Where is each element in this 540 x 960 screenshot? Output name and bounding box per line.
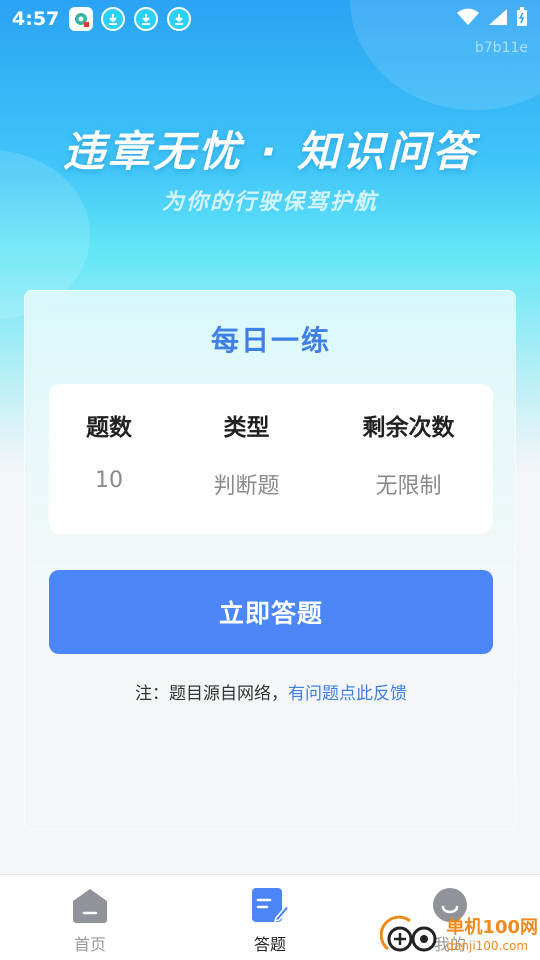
watermark-logo-icon (380, 915, 437, 952)
feedback-link[interactable]: 有问题点此反馈 (288, 684, 407, 704)
quiz-info-box: 题数 10 类型 判断题 剩余次数 无限制 (49, 384, 493, 534)
home-icon (70, 885, 110, 925)
daily-practice-card: 每日一练 题数 10 类型 判断题 剩余次数 无限制 立即答题 注：题目源自网络… (24, 290, 516, 830)
info-column-count: 题数 10 (49, 384, 169, 534)
watermark-en: danji100.com (446, 938, 529, 953)
info-column-type: 类型 判断题 (169, 384, 324, 534)
hero-title: 违章无忧 · 知识问答 (62, 127, 478, 176)
info-header: 剩余次数 (362, 415, 455, 441)
info-column-remaining: 剩余次数 无限制 (324, 384, 493, 534)
info-header: 类型 (223, 415, 270, 441)
note-text: 注：题目源自网络， (135, 684, 288, 704)
info-header: 题数 (86, 415, 132, 441)
info-value: 判断题 (213, 474, 280, 499)
status-bar: 4:57 (0, 0, 540, 38)
tab-home[interactable]: 首页 (0, 875, 180, 960)
watermark-cn: 单机100网 (446, 916, 538, 938)
wifi-icon (456, 8, 480, 30)
build-code: b7b11e (474, 40, 528, 56)
start-quiz-button[interactable]: 立即答题 (49, 570, 493, 654)
signal-icon (488, 8, 508, 30)
app-notification-icon (69, 7, 94, 31)
download-icon (134, 7, 159, 31)
download-icon (167, 7, 192, 31)
source-note: 注：题目源自网络，有问题点此反馈 (25, 679, 517, 704)
download-icon (101, 7, 126, 31)
hero-subtitle: 为你的行驶保驾护航 (161, 190, 378, 215)
battery-icon (516, 7, 528, 31)
watermark-text: 单机100网 danji100.com (446, 916, 538, 953)
tab-label: 答题 (253, 935, 286, 954)
tab-quiz[interactable]: 答题 (180, 875, 360, 960)
tab-label: 首页 (73, 935, 106, 954)
info-value: 10 (95, 468, 123, 493)
site-watermark: 单机100网 danji100.com (380, 912, 538, 958)
status-time: 4:57 (12, 8, 60, 30)
quiz-icon (250, 885, 290, 925)
card-title: 每日一练 (210, 324, 331, 357)
info-value: 无限制 (375, 474, 442, 499)
